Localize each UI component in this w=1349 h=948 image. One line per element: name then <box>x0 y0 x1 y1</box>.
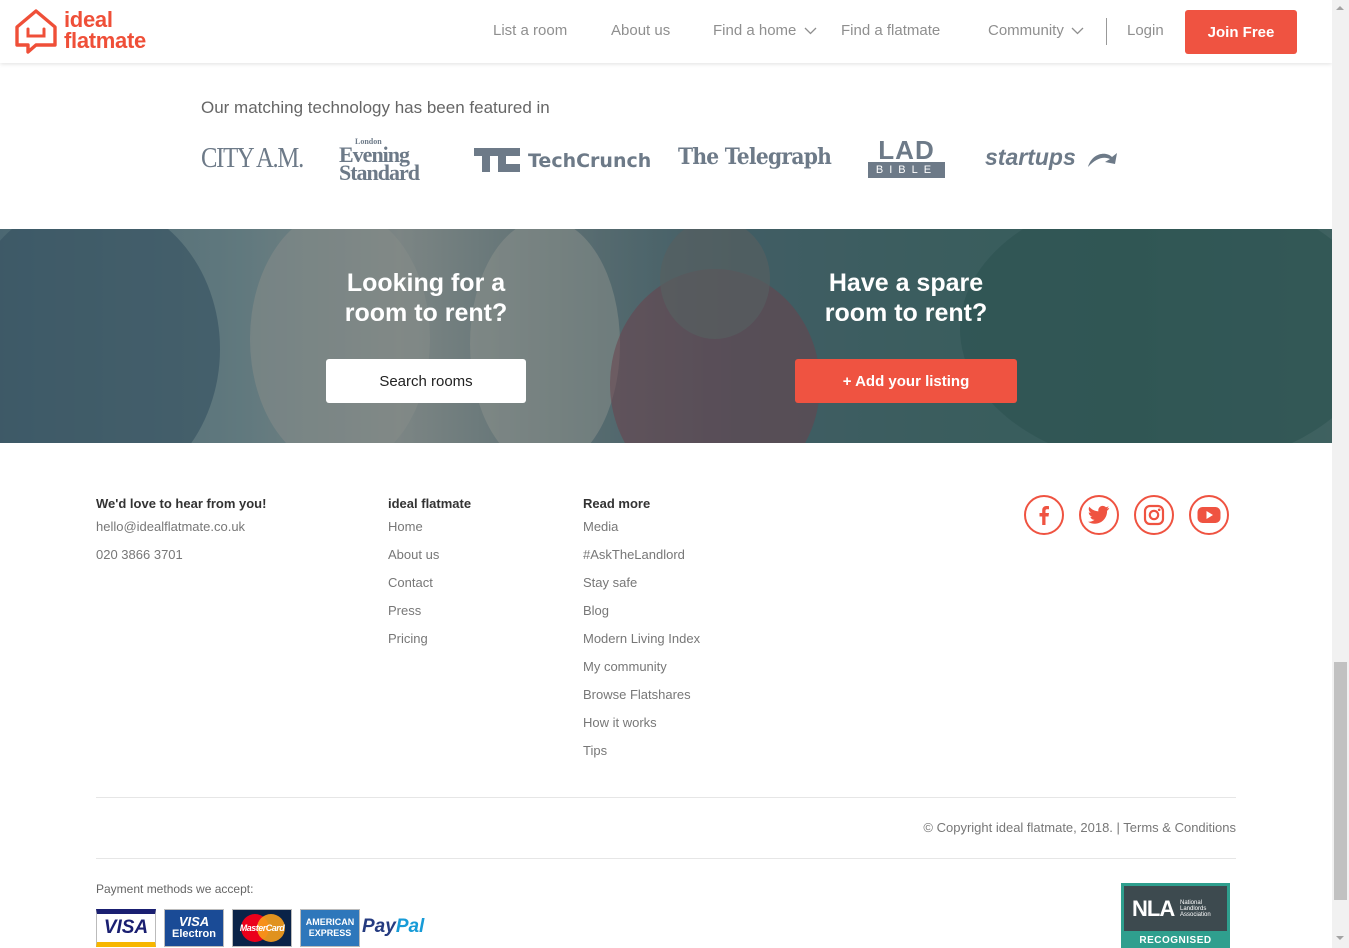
banner-right-heading: Have a spare room to rent? <box>780 268 1032 328</box>
nav-find-a-home[interactable]: Find a home <box>713 22 817 39</box>
chevron-down-icon <box>1071 27 1084 35</box>
banner-overlay <box>0 229 1332 443</box>
techcrunch-text: TechCrunch <box>528 150 652 172</box>
twitter-icon <box>1088 505 1110 524</box>
nla-badge-top: NLA National Landlords Association <box>1124 886 1227 931</box>
paypal-text-2: Pal <box>395 916 425 937</box>
footer-divider <box>96 858 1236 859</box>
facebook-button[interactable] <box>1024 495 1064 535</box>
scroll-down-arrow-icon[interactable] <box>1336 936 1344 940</box>
footer-link-my-community[interactable]: My community <box>583 659 667 674</box>
cta-banner: Looking for a room to rent? Search rooms… <box>0 229 1332 443</box>
youtube-icon <box>1197 507 1221 523</box>
footer-link-tips[interactable]: Tips <box>583 743 607 758</box>
footer-contact-heading: We'd love to hear from you! <box>96 496 267 511</box>
footer-link-media[interactable]: Media <box>583 519 618 534</box>
facebook-icon <box>1039 506 1049 525</box>
footer-divider <box>96 797 1236 798</box>
techcrunch-mark-icon <box>474 148 520 172</box>
join-free-button[interactable]: Join Free <box>1185 10 1297 54</box>
banner-left-heading: Looking for a room to rent? <box>300 268 552 328</box>
amex-card-icon: AMERICAN EXPRESS <box>300 909 360 947</box>
lad-bible-logo: LAD BIBLE <box>868 135 945 178</box>
footer-link-home[interactable]: Home <box>388 519 423 534</box>
amex-text-1: AMERICAN <box>305 917 355 927</box>
nla-abbr: NLA <box>1132 896 1175 921</box>
visa-card-icon: VISA <box>96 909 156 947</box>
search-rooms-button[interactable]: Search rooms <box>326 359 526 403</box>
footer-email-link[interactable]: hello@idealflatmate.co.uk <box>96 519 245 534</box>
logo[interactable]: ideal flatmate <box>14 8 174 56</box>
telegraph-logo: The Telegraph <box>678 144 832 170</box>
amex-text-2: EXPRESS <box>308 928 352 938</box>
mastercard-card-icon: MasterCard <box>232 909 292 947</box>
visa-electron-card-icon: VISA Electron <box>164 909 224 947</box>
footer-link-blog[interactable]: Blog <box>583 603 609 618</box>
copyright-text: © Copyright ideal flatmate, 2018. | Term… <box>923 820 1236 835</box>
chevron-down-icon <box>804 27 817 35</box>
footer-link-modern-living-index[interactable]: Modern Living Index <box>583 631 700 646</box>
instagram-button[interactable] <box>1134 495 1174 535</box>
page: ideal flatmate List a room About us Find… <box>0 0 1332 948</box>
footer-link-browse-flatshares[interactable]: Browse Flatshares <box>583 687 691 702</box>
paypal-icon: PayPal <box>362 916 424 938</box>
house-chat-logo-icon <box>15 9 57 54</box>
startups-logo: startups <box>985 144 1120 171</box>
nav-about-us[interactable]: About us <box>611 22 670 39</box>
footer-link-stay-safe[interactable]: Stay safe <box>583 575 637 590</box>
site-header: ideal flatmate List a room About us Find… <box>0 0 1332 63</box>
nav-list-a-room[interactable]: List a room <box>493 22 567 39</box>
scrollbar-thumb[interactable] <box>1334 662 1347 900</box>
banner-left-heading-line-1: Looking for a <box>346 269 506 297</box>
nla-badge[interactable]: NLA National Landlords Association RECOG… <box>1121 883 1230 948</box>
nav-find-a-flatmate[interactable]: Find a flatmate <box>841 22 940 39</box>
page-scrollbar[interactable] <box>1332 0 1349 948</box>
nav-divider <box>1106 18 1107 45</box>
banner-right-heading-line-1: Have a spare <box>828 269 984 297</box>
nla-full-line-3: Association <box>1180 912 1211 918</box>
nav-community[interactable]: Community <box>988 22 1084 39</box>
startups-swoosh-icon <box>1088 152 1118 167</box>
twitter-button[interactable] <box>1079 495 1119 535</box>
footer-phone[interactable]: 020 3866 3701 <box>96 547 183 562</box>
mastercard-text: MasterCard <box>239 923 285 933</box>
footer-company-heading: ideal flatmate <box>388 496 472 511</box>
startups-text: startups <box>985 144 1076 170</box>
banner-right-heading-line-2: room to rent? <box>824 299 988 327</box>
payment-methods-label: Payment methods we accept: <box>96 882 254 896</box>
footer-link-ask-the-landlord[interactable]: #AskTheLandlord <box>583 547 685 562</box>
cityam-logo: CITY A.M. <box>201 142 304 174</box>
instagram-icon <box>1143 504 1165 526</box>
visa-electron-text-2: Electron <box>171 928 216 940</box>
visa-electron-text-1: VISA <box>178 914 210 929</box>
footer-read-more-heading: Read more <box>583 496 651 511</box>
featured-title: Our matching technology has been feature… <box>201 98 550 117</box>
youtube-button[interactable] <box>1189 495 1229 535</box>
nla-full-name: National Landlords Association <box>1180 900 1211 918</box>
banner-left-heading-line-2: room to rent? <box>344 299 508 327</box>
nav-community-label: Community <box>988 22 1064 39</box>
footer-link-how-it-works[interactable]: How it works <box>583 715 657 730</box>
footer-link-about-us[interactable]: About us <box>388 547 439 562</box>
evening-standard-logo: London Evening Standard <box>339 138 420 185</box>
bible-text: BIBLE <box>868 162 945 178</box>
footer-link-press[interactable]: Press <box>388 603 421 618</box>
scroll-up-arrow-icon[interactable] <box>1336 6 1344 10</box>
logo-line-2: flatmate <box>64 28 146 53</box>
nav-find-a-home-label: Find a home <box>713 22 797 39</box>
footer-link-pricing[interactable]: Pricing <box>388 631 428 646</box>
add-listing-button[interactable]: + Add your listing <box>795 359 1017 403</box>
logo-text: ideal flatmate <box>64 7 146 53</box>
paypal-text-1: Pay <box>362 916 396 937</box>
logo-line-1: ideal <box>64 7 113 32</box>
nav-login[interactable]: Login <box>1127 22 1164 39</box>
evening-standard-line-2: Standard <box>339 160 420 185</box>
nla-recognised: RECOGNISED <box>1139 935 1212 946</box>
footer-link-contact[interactable]: Contact <box>388 575 433 590</box>
